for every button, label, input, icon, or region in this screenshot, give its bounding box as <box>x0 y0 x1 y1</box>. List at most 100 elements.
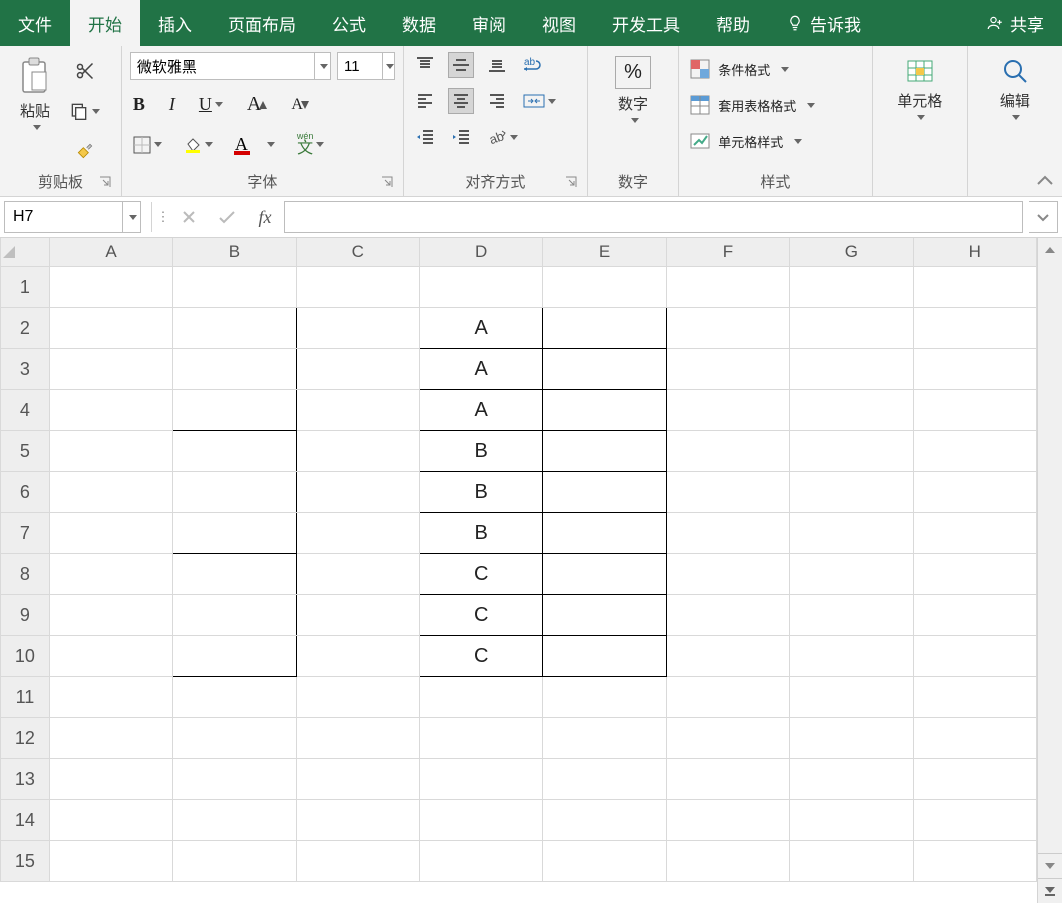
col-header-H[interactable]: H <box>913 238 1036 267</box>
cell-F12[interactable] <box>666 718 789 759</box>
row-header-6[interactable]: 6 <box>1 472 50 513</box>
cell-F4[interactable] <box>666 390 789 431</box>
collapse-ribbon-button[interactable] <box>1036 172 1054 190</box>
cell-G2[interactable] <box>790 308 913 349</box>
row-header-8[interactable]: 8 <box>1 554 50 595</box>
cell-D5[interactable]: B <box>419 431 542 472</box>
editing-button[interactable]: 编辑 <box>990 52 1040 124</box>
font-size-input[interactable] <box>338 58 382 75</box>
cell-E12[interactable] <box>543 718 666 759</box>
cell-B12[interactable] <box>173 718 296 759</box>
cell-C8[interactable] <box>296 554 419 595</box>
scroll-up-button[interactable] <box>1038 238 1062 262</box>
cell-H6[interactable] <box>913 472 1036 513</box>
cell-B1[interactable] <box>173 267 296 308</box>
cell-F8[interactable] <box>666 554 789 595</box>
cell-G12[interactable] <box>790 718 913 759</box>
select-all-corner[interactable] <box>1 238 50 267</box>
decrease-indent-button[interactable] <box>412 124 438 150</box>
cell-D12[interactable] <box>419 718 542 759</box>
cell-E10[interactable] <box>543 636 666 677</box>
cell-D11[interactable] <box>419 677 542 718</box>
tab-formulas[interactable]: 公式 <box>314 0 384 46</box>
cell-H12[interactable] <box>913 718 1036 759</box>
worksheet-grid[interactable]: ABCDEFGH12A3A4A5B6B7B8C9C10C1112131415 <box>0 238 1037 903</box>
scroll-end-button[interactable] <box>1038 879 1062 903</box>
cell-F13[interactable] <box>666 759 789 800</box>
cell-C10[interactable] <box>296 636 419 677</box>
cell-H7[interactable] <box>913 513 1036 554</box>
cell-B3[interactable] <box>173 349 296 390</box>
tab-tell-me[interactable]: 告诉我 <box>768 0 879 46</box>
cell-E6[interactable] <box>543 472 666 513</box>
halign-right-button[interactable] <box>484 88 510 114</box>
row-header-10[interactable]: 10 <box>1 636 50 677</box>
wrap-text-button[interactable]: ab <box>520 52 548 78</box>
row-header-13[interactable]: 13 <box>1 759 50 800</box>
font-name-dropdown[interactable] <box>314 53 330 79</box>
cell-A15[interactable] <box>49 841 172 882</box>
tab-view[interactable]: 视图 <box>524 0 594 46</box>
cell-H15[interactable] <box>913 841 1036 882</box>
cell-H10[interactable] <box>913 636 1036 677</box>
bold-button[interactable]: B <box>130 91 148 118</box>
halign-center-button[interactable] <box>448 88 474 114</box>
font-name-combo[interactable] <box>130 52 331 80</box>
cell-E5[interactable] <box>543 431 666 472</box>
vertical-scrollbar[interactable] <box>1037 238 1062 903</box>
cell-A1[interactable] <box>49 267 172 308</box>
cell-G13[interactable] <box>790 759 913 800</box>
cell-E8[interactable] <box>543 554 666 595</box>
cell-F2[interactable] <box>666 308 789 349</box>
col-header-E[interactable]: E <box>543 238 666 267</box>
dialog-launcher-font[interactable] <box>381 176 395 190</box>
valign-bottom-button[interactable] <box>484 52 510 78</box>
cell-B9[interactable] <box>173 595 296 636</box>
cell-F6[interactable] <box>666 472 789 513</box>
cell-D2[interactable]: A <box>419 308 542 349</box>
cell-C15[interactable] <box>296 841 419 882</box>
cell-F14[interactable] <box>666 800 789 841</box>
cell-E11[interactable] <box>543 677 666 718</box>
confirm-entry-button[interactable] <box>208 202 246 232</box>
valign-top-button[interactable] <box>412 52 438 78</box>
cell-A12[interactable] <box>49 718 172 759</box>
cells-button[interactable]: 单元格 <box>887 52 952 124</box>
orientation-button[interactable]: ab <box>484 124 521 150</box>
underline-button[interactable]: U <box>196 91 226 118</box>
formula-input[interactable] <box>285 209 1022 226</box>
cell-E3[interactable] <box>543 349 666 390</box>
col-header-D[interactable]: D <box>419 238 542 267</box>
cell-F3[interactable] <box>666 349 789 390</box>
cell-D14[interactable] <box>419 800 542 841</box>
cell-H2[interactable] <box>913 308 1036 349</box>
cell-G15[interactable] <box>790 841 913 882</box>
cell-styles-button[interactable]: 单元格样式 <box>687 128 805 154</box>
cell-E9[interactable] <box>543 595 666 636</box>
cell-G10[interactable] <box>790 636 913 677</box>
cancel-entry-button[interactable] <box>170 202 208 232</box>
cell-C12[interactable] <box>296 718 419 759</box>
cell-G5[interactable] <box>790 431 913 472</box>
cell-B14[interactable] <box>173 800 296 841</box>
cell-D1[interactable] <box>419 267 542 308</box>
font-size-dropdown[interactable] <box>382 53 394 79</box>
cell-A13[interactable] <box>49 759 172 800</box>
font-size-combo[interactable] <box>337 52 395 80</box>
cell-H9[interactable] <box>913 595 1036 636</box>
name-box-input[interactable] <box>5 208 122 226</box>
tab-home[interactable]: 开始 <box>70 0 140 46</box>
col-header-C[interactable]: C <box>296 238 419 267</box>
cell-G14[interactable] <box>790 800 913 841</box>
row-header-12[interactable]: 12 <box>1 718 50 759</box>
expand-formula-bar-button[interactable] <box>1029 201 1058 233</box>
cell-D7[interactable]: B <box>419 513 542 554</box>
cell-B15[interactable] <box>173 841 296 882</box>
cell-B2[interactable] <box>173 308 296 349</box>
cell-E15[interactable] <box>543 841 666 882</box>
phonetic-guide-button[interactable]: wén 文 <box>294 129 328 160</box>
dialog-launcher-clipboard[interactable] <box>99 176 113 190</box>
cell-F7[interactable] <box>666 513 789 554</box>
cell-A5[interactable] <box>49 431 172 472</box>
row-header-3[interactable]: 3 <box>1 349 50 390</box>
